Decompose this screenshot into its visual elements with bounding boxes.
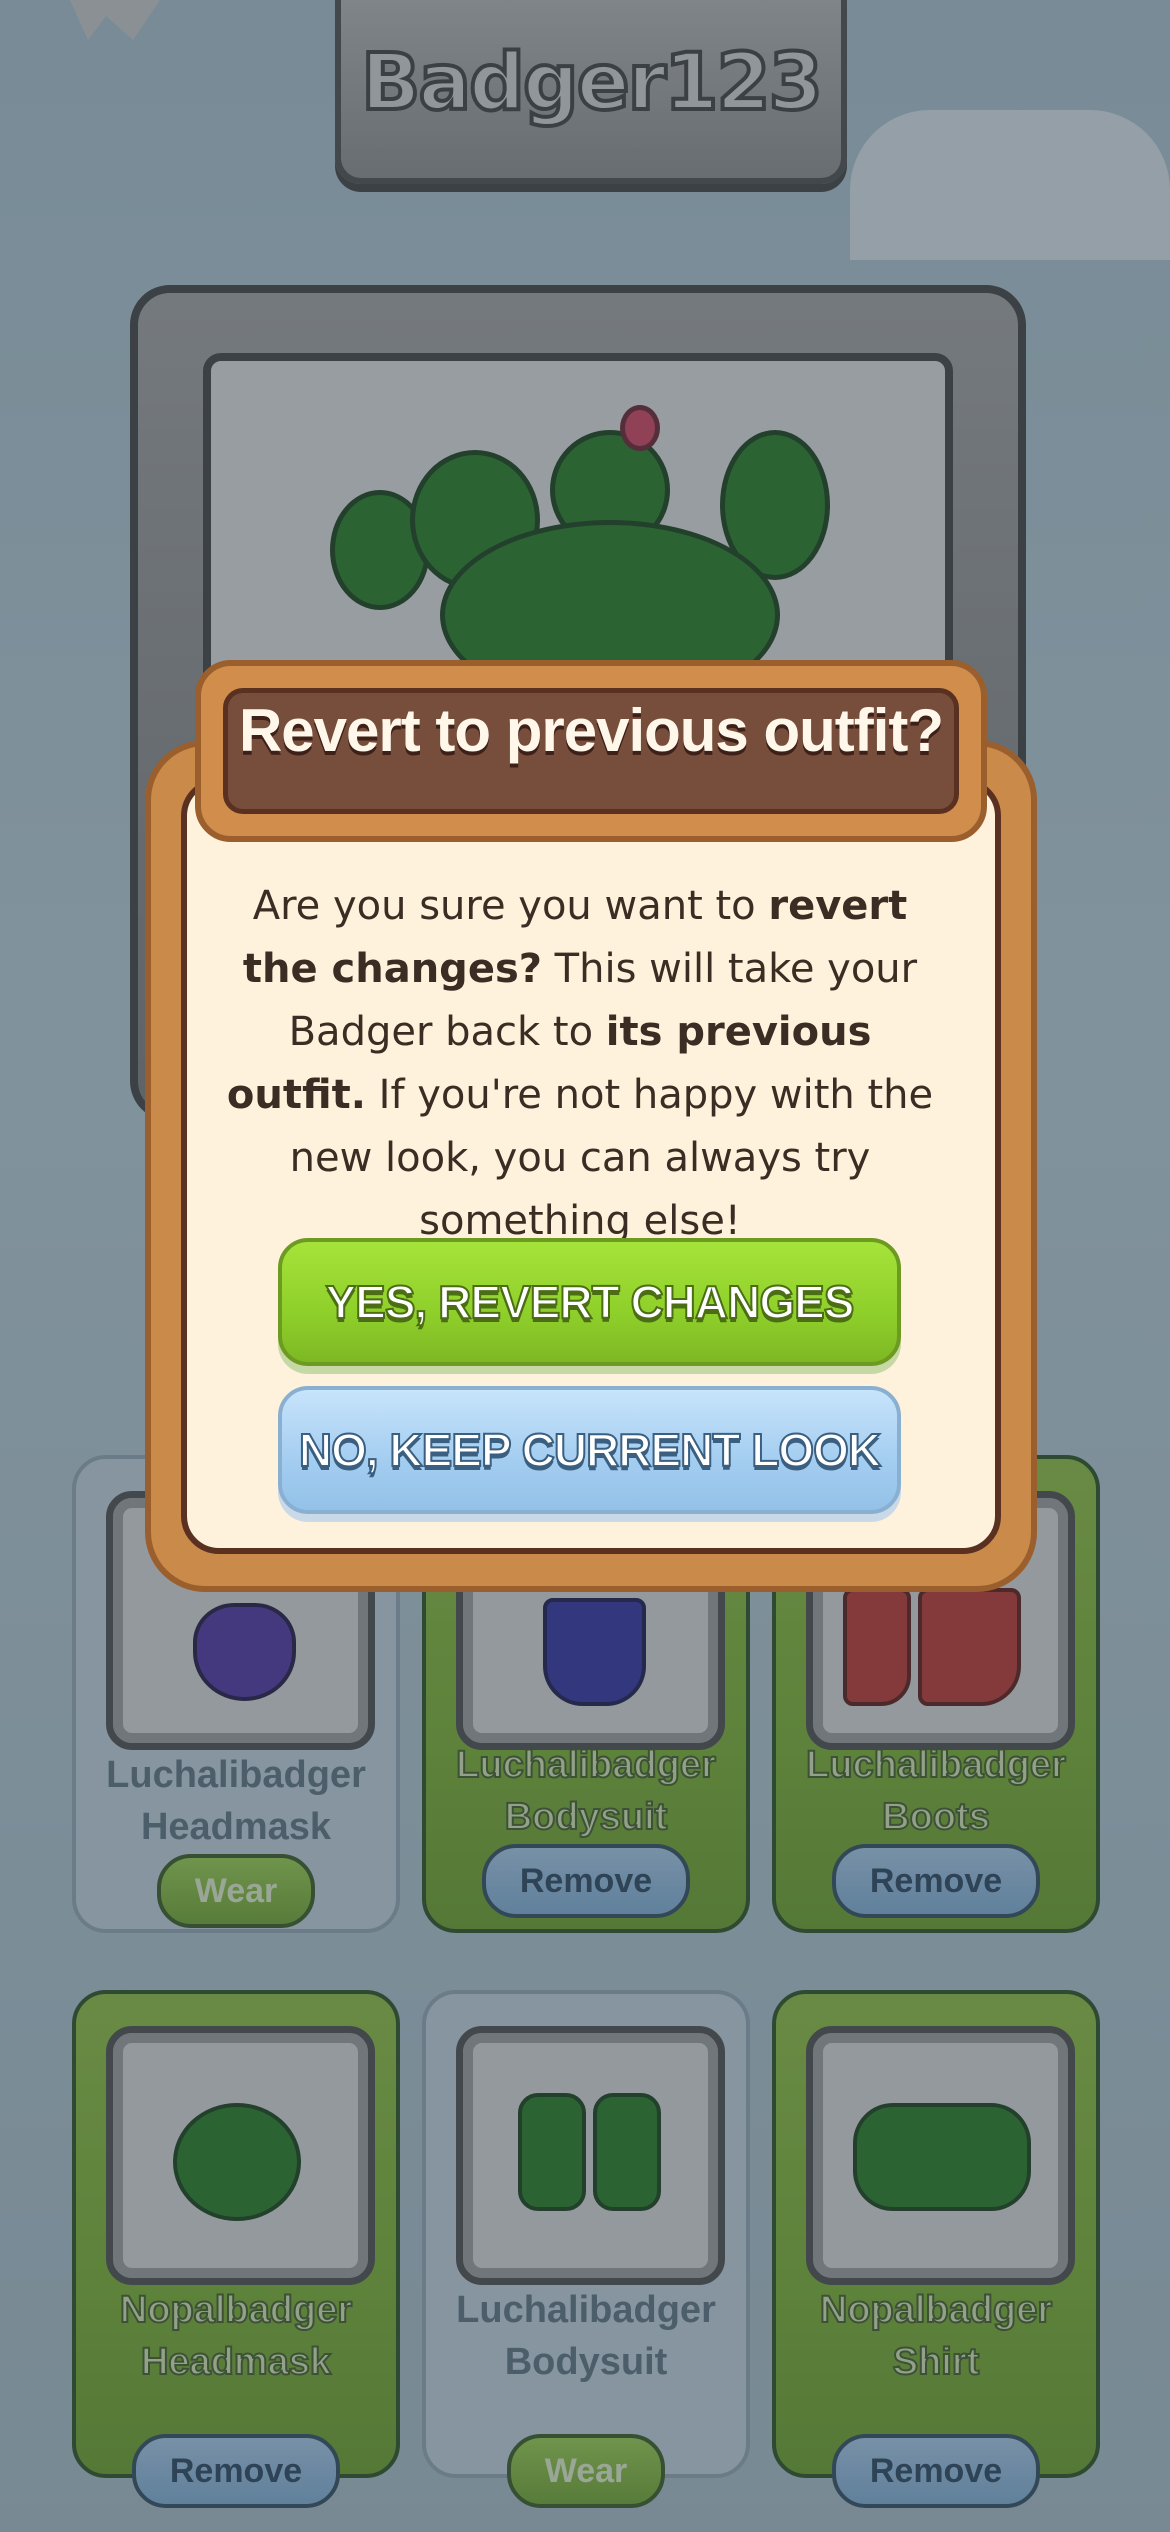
dialog-header: Revert to previous outfit? bbox=[195, 660, 987, 842]
revert-confirm-button[interactable]: YES, REVERT CHANGES bbox=[278, 1238, 901, 1366]
keep-look-cancel-button[interactable]: NO, KEEP CURRENT LOOK bbox=[278, 1386, 901, 1514]
dialog-title: Revert to previous outfit? bbox=[238, 697, 944, 764]
message-text: Are you sure you want to bbox=[252, 883, 769, 929]
message-text: If you're not happy with the new look, y… bbox=[289, 1072, 934, 1244]
confirm-label: YES, REVERT CHANGES bbox=[325, 1275, 856, 1329]
dialog-message: Are you sure you want to revert the chan… bbox=[220, 875, 940, 1253]
cancel-label: NO, KEEP CURRENT LOOK bbox=[298, 1423, 882, 1477]
